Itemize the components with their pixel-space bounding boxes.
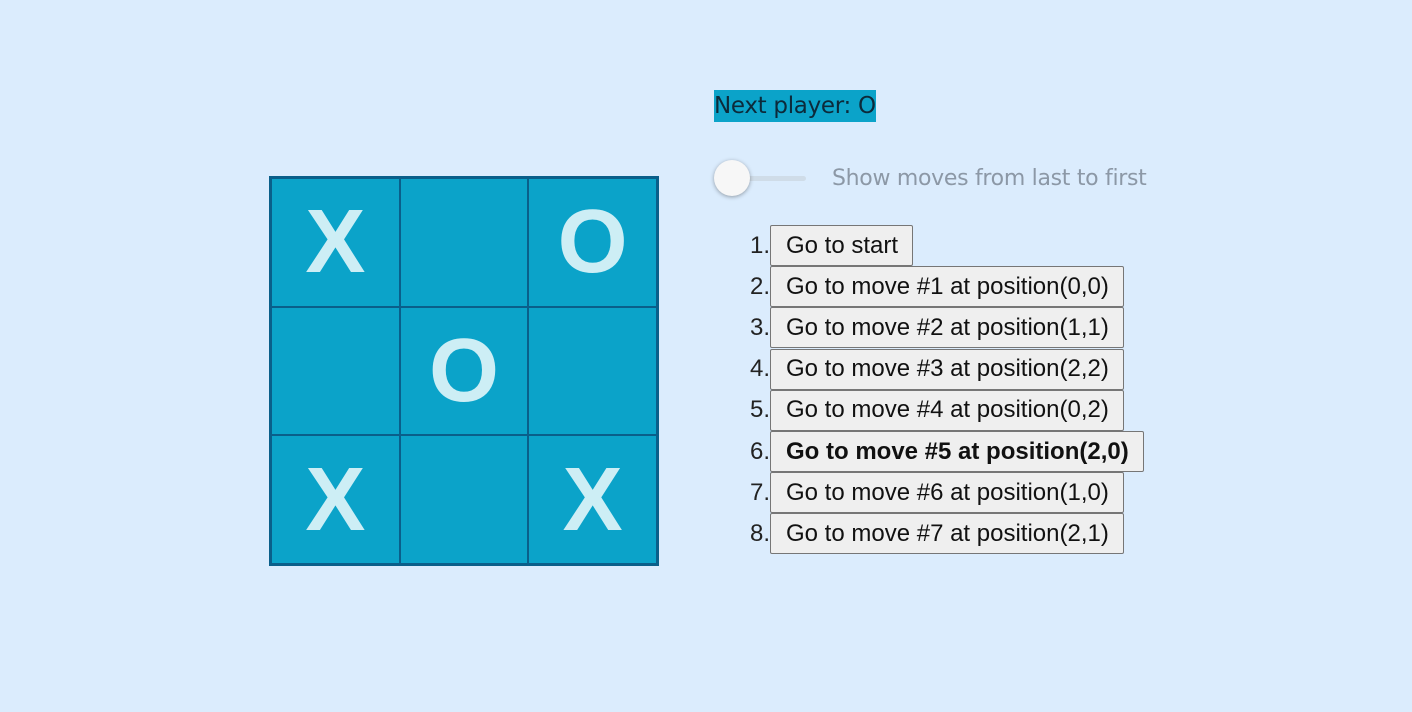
move-item: 4. Go to move #3 at position(2,2) <box>714 348 1144 390</box>
sort-order-toggle[interactable] <box>714 160 806 196</box>
go-to-move-4-button[interactable]: Go to move #4 at position(0,2) <box>770 389 1124 431</box>
move-number: 2. <box>749 272 770 300</box>
game: X O O X X Next player: O Show moves from… <box>0 0 1412 712</box>
move-number: 5. <box>749 396 770 424</box>
go-to-move-1-button[interactable]: Go to move #1 at position(0,0) <box>770 266 1124 308</box>
square-2-1[interactable] <box>399 435 529 564</box>
sort-toggle-label: Show moves from last to first <box>832 165 1147 191</box>
sort-toggle-row: Show moves from last to first <box>714 160 1147 196</box>
move-number: 3. <box>749 313 770 341</box>
square-0-2[interactable]: O <box>528 178 657 307</box>
move-item: 6. Go to move #5 at position(2,0) <box>714 431 1144 473</box>
go-to-move-2-button[interactable]: Go to move #2 at position(1,1) <box>770 307 1124 349</box>
move-history-list: 1. Go to start 2. Go to move #1 at posit… <box>714 225 1144 555</box>
move-item: 3. Go to move #2 at position(1,1) <box>714 307 1144 349</box>
square-1-0[interactable] <box>271 306 400 436</box>
move-number: 1. <box>749 231 770 259</box>
go-to-start-button[interactable]: Go to start <box>770 225 914 267</box>
status-text: Next player: O <box>714 90 876 122</box>
square-2-0[interactable]: X <box>271 435 400 564</box>
move-item: 5. Go to move #4 at position(0,2) <box>714 389 1144 431</box>
move-item: 7. Go to move #6 at position(1,0) <box>714 472 1144 514</box>
move-item: 8. Go to move #7 at position(2,1) <box>714 513 1144 555</box>
move-item: 1. Go to start <box>714 225 1144 267</box>
square-0-0[interactable]: X <box>271 178 400 307</box>
toggle-thumb[interactable] <box>714 160 750 196</box>
go-to-move-7-button[interactable]: Go to move #7 at position(2,1) <box>770 513 1124 555</box>
move-number: 6. <box>749 437 770 465</box>
square-1-1[interactable]: O <box>399 306 529 436</box>
game-info: Next player: O Show moves from last to f… <box>714 90 1274 555</box>
move-number: 4. <box>749 355 770 383</box>
square-1-2[interactable] <box>528 306 657 436</box>
go-to-move-3-button[interactable]: Go to move #3 at position(2,2) <box>770 348 1124 390</box>
square-0-1[interactable] <box>399 178 529 307</box>
move-item: 2. Go to move #1 at position(0,0) <box>714 266 1144 308</box>
move-number: 7. <box>749 478 770 506</box>
go-to-move-6-button[interactable]: Go to move #6 at position(1,0) <box>770 472 1124 514</box>
game-board: X O O X X <box>269 176 659 566</box>
go-to-move-5-button[interactable]: Go to move #5 at position(2,0) <box>770 431 1144 473</box>
move-number: 8. <box>749 519 770 547</box>
square-2-2[interactable]: X <box>528 435 657 564</box>
